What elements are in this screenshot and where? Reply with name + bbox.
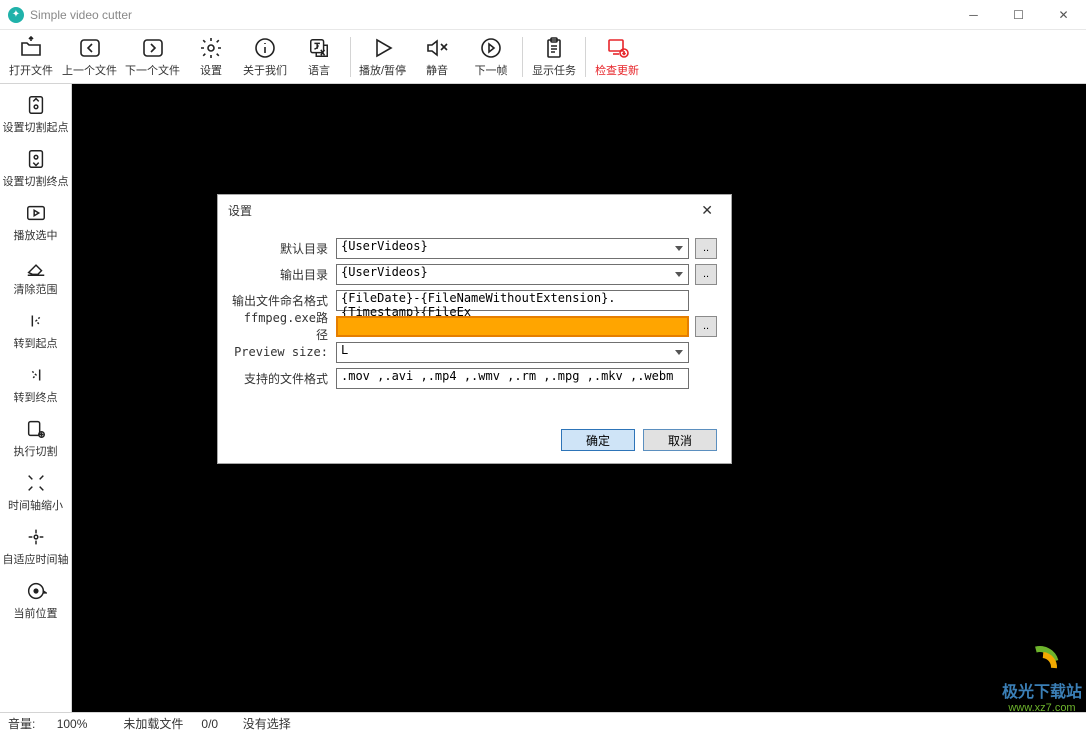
input-output-dir[interactable]: {UserVideos} <box>336 264 689 285</box>
browse-ffmpeg[interactable]: .. <box>695 316 717 337</box>
status-noselect: 没有选择 <box>243 717 291 731</box>
status-sel: 0/0 <box>201 717 218 731</box>
titlebar: ✦ Simple video cutter ─ ☐ ✕ <box>0 0 1086 30</box>
do-cut-button[interactable]: 执行切割 <box>2 410 70 464</box>
mute-button[interactable]: 静音 <box>410 32 464 82</box>
mute-icon <box>424 35 450 61</box>
play-selection-button[interactable]: 播放选中 <box>2 194 70 248</box>
volume-label: 音量: <box>8 717 35 731</box>
label-ffmpeg: ffmpeg.exe路径 <box>232 309 336 343</box>
next-icon <box>140 35 166 61</box>
input-ffmpeg[interactable] <box>336 316 689 337</box>
set-end-icon <box>23 146 49 172</box>
toolbar-separator <box>350 37 351 77</box>
prev-icon <box>77 35 103 61</box>
label-formats: 支持的文件格式 <box>232 370 336 387</box>
about-button[interactable]: 关于我们 <box>238 32 292 82</box>
to-end-icon <box>23 362 49 388</box>
status-bar: 音量: 100% 未加载文件 0/0 没有选择 <box>0 712 1086 734</box>
folder-up-icon <box>18 35 44 61</box>
watermark: 极光下载站 www.xz7.com <box>1002 642 1082 714</box>
main-toolbar: 打开文件 上一个文件 下一个文件 设置 关于我们 语言 <box>0 30 1086 84</box>
next-file-button[interactable]: 下一个文件 <box>121 32 184 82</box>
settings-button[interactable]: 设置 <box>184 32 238 82</box>
check-update-button[interactable]: 检查更新 <box>590 32 644 82</box>
input-default-dir[interactable]: {UserVideos} <box>336 238 689 259</box>
language-icon <box>306 35 332 61</box>
label-preview: Preview size: <box>232 345 336 359</box>
set-start-button[interactable]: 设置切割起点 <box>2 86 70 140</box>
next-frame-icon <box>478 35 504 61</box>
clear-range-button[interactable]: 清除范围 <box>2 248 70 302</box>
target-icon <box>23 578 49 604</box>
set-end-button[interactable]: 设置切割终点 <box>2 140 70 194</box>
play-pause-button[interactable]: 播放/暂停 <box>355 32 410 82</box>
cut-icon <box>23 416 49 442</box>
input-name-fmt[interactable]: {FileDate}-{FileNameWithoutExtension}.{T… <box>336 290 689 311</box>
open-file-button[interactable]: 打开文件 <box>4 32 58 82</box>
minimize-button[interactable]: ─ <box>951 0 996 30</box>
input-formats[interactable]: .mov ,.avi ,.mp4 ,.wmv ,.rm ,.mpg ,.mkv … <box>336 368 689 389</box>
browse-output-dir[interactable]: .. <box>695 264 717 285</box>
app-icon: ✦ <box>8 7 24 23</box>
dialog-title: 设置 <box>228 202 252 219</box>
update-icon <box>604 35 630 61</box>
left-sidebar: 设置切割起点 设置切割终点 播放选中 清除范围 转到起点 转到终点 执行切割 <box>0 84 72 712</box>
status-file: 未加载文件 <box>123 715 183 732</box>
next-frame-button[interactable]: 下一帧 <box>464 32 518 82</box>
fit-icon <box>23 524 49 550</box>
play-icon <box>370 35 396 61</box>
dialog-ok-button[interactable]: 确定 <box>561 429 635 451</box>
prev-file-button[interactable]: 上一个文件 <box>58 32 121 82</box>
to-end-button[interactable]: 转到终点 <box>2 356 70 410</box>
gear-icon <box>198 35 224 61</box>
timeline-zoom-button[interactable]: 时间轴缩小 <box>2 464 70 518</box>
zoom-out-icon <box>23 470 49 496</box>
toolbar-separator <box>585 37 586 77</box>
close-button[interactable]: ✕ <box>1041 0 1086 30</box>
window-title: Simple video cutter <box>30 8 951 22</box>
label-output-dir: 输出目录 <box>232 266 336 283</box>
label-default-dir: 默认目录 <box>232 240 336 257</box>
show-tasks-button[interactable]: 显示任务 <box>527 32 581 82</box>
set-start-icon <box>23 92 49 118</box>
label-name-fmt: 输出文件命名格式 <box>232 292 336 309</box>
current-pos-button[interactable]: 当前位置 <box>2 572 70 626</box>
browse-default-dir[interactable]: .. <box>695 238 717 259</box>
toolbar-separator <box>522 37 523 77</box>
dialog-close-button[interactable]: ✕ <box>693 198 721 223</box>
fit-timeline-button[interactable]: 自适应时间轴 <box>2 518 70 572</box>
info-icon <box>252 35 278 61</box>
maximize-button[interactable]: ☐ <box>996 0 1041 30</box>
eraser-icon <box>23 254 49 280</box>
watermark-logo <box>1021 642 1063 678</box>
settings-dialog: 设置 ✕ 默认目录 {UserVideos} .. 输出目录 {UserVide… <box>217 194 732 464</box>
to-start-button[interactable]: 转到起点 <box>2 302 70 356</box>
clipboard-icon <box>541 35 567 61</box>
input-preview[interactable]: L <box>336 342 689 363</box>
dialog-cancel-button[interactable]: 取消 <box>643 429 717 451</box>
to-start-icon <box>23 308 49 334</box>
play-selection-icon <box>23 200 49 226</box>
language-button[interactable]: 语言 <box>292 32 346 82</box>
watermark-line2: www.xz7.com <box>1008 702 1075 714</box>
volume-value: 100% <box>57 717 88 731</box>
